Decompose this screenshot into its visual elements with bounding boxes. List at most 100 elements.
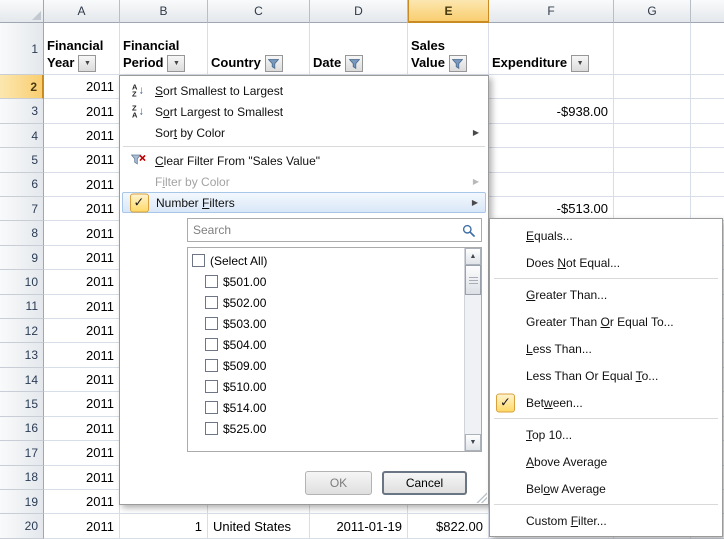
submenu-item-greater-than[interactable]: Greater Than... xyxy=(492,281,720,308)
row-header-10[interactable]: 10 xyxy=(0,270,44,294)
filter-value-509-00[interactable]: $509.00 xyxy=(188,355,464,376)
menu-item-sort-largest-to-smallest[interactable]: ZA↓Sort Largest to Smallest xyxy=(122,101,486,122)
cell-A3[interactable]: 2011 xyxy=(44,99,120,123)
submenu-item-less-than[interactable]: Less Than... xyxy=(492,335,720,362)
submenu-item-greater-than-or-equal-to[interactable]: Greater Than Or Equal To... xyxy=(492,308,720,335)
row-header-8[interactable]: 8 xyxy=(0,221,44,245)
cell-A16[interactable]: 2011 xyxy=(44,417,120,441)
cell-G4[interactable] xyxy=(614,124,691,148)
cell-G6[interactable] xyxy=(614,173,691,197)
cell-A11[interactable]: 2011 xyxy=(44,295,120,319)
submenu-item-below-average[interactable]: Below Average xyxy=(492,475,720,502)
menu-item-filter-by-color[interactable]: Filter by Color▶ xyxy=(122,171,486,192)
cell-E20[interactable]: $822.00 xyxy=(408,514,489,538)
cell-F4[interactable] xyxy=(489,124,614,148)
filter-value-503-00[interactable]: $503.00 xyxy=(188,313,464,334)
row-header-2[interactable]: 2 xyxy=(0,75,44,99)
cell-D20[interactable]: 2011-01-19 xyxy=(310,514,408,538)
cell-A10[interactable]: 2011 xyxy=(44,270,120,294)
cell-F3[interactable]: -$938.00 xyxy=(489,99,614,123)
filter-button-E[interactable] xyxy=(449,55,467,72)
row-header-13[interactable]: 13 xyxy=(0,343,44,367)
checkbox[interactable] xyxy=(205,422,218,435)
cell-A20[interactable]: 2011 xyxy=(44,514,120,538)
checkbox[interactable] xyxy=(205,317,218,330)
submenu-item-between[interactable]: ✓Between... xyxy=(492,389,720,416)
header-cell-E[interactable]: SalesValue xyxy=(408,23,489,75)
cell-A7[interactable]: 2011 xyxy=(44,197,120,221)
cell-A4[interactable]: 2011 xyxy=(44,124,120,148)
filter-value-504-00[interactable]: $504.00 xyxy=(188,334,464,355)
cell-A14[interactable]: 2011 xyxy=(44,368,120,392)
row-header-16[interactable]: 16 xyxy=(0,417,44,441)
row-header-7[interactable]: 7 xyxy=(0,197,44,221)
checkbox[interactable] xyxy=(192,254,205,267)
row-header-15[interactable]: 15 xyxy=(0,392,44,416)
cell-A19[interactable]: 2011 xyxy=(44,490,120,514)
checkbox[interactable] xyxy=(205,296,218,309)
checkbox[interactable] xyxy=(205,338,218,351)
cell-A8[interactable]: 2011 xyxy=(44,221,120,245)
resize-grip[interactable] xyxy=(475,491,487,503)
row-header-20[interactable]: 20 xyxy=(0,514,44,538)
scrollbar-up-icon[interactable]: ▲ xyxy=(465,248,481,265)
cell-A5[interactable]: 2011 xyxy=(44,148,120,172)
cell-C20[interactable]: United States xyxy=(208,514,310,538)
column-header-A[interactable]: A xyxy=(44,0,120,23)
cell-G3[interactable] xyxy=(614,99,691,123)
search-input[interactable] xyxy=(188,223,455,237)
filter-value-select-all[interactable]: (Select All) xyxy=(188,250,464,271)
cell-F5[interactable] xyxy=(489,148,614,172)
checkbox[interactable] xyxy=(205,275,218,288)
filter-button-D[interactable] xyxy=(345,55,363,72)
row-header-11[interactable]: 11 xyxy=(0,295,44,319)
column-header-B[interactable]: B xyxy=(120,0,208,23)
row-header-18[interactable]: 18 xyxy=(0,466,44,490)
column-header-E[interactable]: E xyxy=(408,0,489,23)
filter-button-F[interactable]: ▼ xyxy=(571,55,589,72)
column-header-D[interactable]: D xyxy=(310,0,408,23)
header-cell-D[interactable]: Date xyxy=(310,23,408,75)
row-header-5[interactable]: 5 xyxy=(0,148,44,172)
filter-button-B[interactable]: ▼ xyxy=(167,55,185,72)
cell-A15[interactable]: 2011 xyxy=(44,392,120,416)
row-header-12[interactable]: 12 xyxy=(0,319,44,343)
row-header-9[interactable]: 9 xyxy=(0,246,44,270)
filter-value-514-00[interactable]: $514.00 xyxy=(188,397,464,418)
cell-A2[interactable]: 2011 xyxy=(44,75,120,99)
column-header-C[interactable]: C xyxy=(208,0,310,23)
submenu-item-custom-filter[interactable]: Custom Filter... xyxy=(492,507,720,534)
header-cell-C[interactable]: Country xyxy=(208,23,310,75)
checkbox[interactable] xyxy=(205,359,218,372)
row-header-14[interactable]: 14 xyxy=(0,368,44,392)
filter-value-525-00[interactable]: $525.00 xyxy=(188,418,464,439)
cell-A9[interactable]: 2011 xyxy=(44,246,120,270)
cell-A18[interactable]: 2011 xyxy=(44,466,120,490)
cell-B20[interactable]: 1 xyxy=(120,514,208,538)
row-header-4[interactable]: 4 xyxy=(0,124,44,148)
scrollbar-down-icon[interactable]: ▼ xyxy=(465,434,481,451)
menu-item-sort-by-color[interactable]: Sort by Color▶ xyxy=(122,122,486,143)
submenu-item-less-than-or-equal-to[interactable]: Less Than Or Equal To... xyxy=(492,362,720,389)
menu-item-sort-smallest-to-largest[interactable]: AZ↓Sort Smallest to Largest xyxy=(122,80,486,101)
row-header-17[interactable]: 17 xyxy=(0,441,44,465)
header-cell-F[interactable]: Expenditure▼ xyxy=(489,23,614,75)
scrollbar-thumb[interactable] xyxy=(465,265,481,295)
cell-A6[interactable]: 2011 xyxy=(44,173,120,197)
row-header-3[interactable]: 3 xyxy=(0,99,44,123)
ok-button[interactable]: OK xyxy=(305,471,372,495)
column-header-F[interactable]: F xyxy=(489,0,614,23)
checkbox[interactable] xyxy=(205,380,218,393)
cell-A12[interactable]: 2011 xyxy=(44,319,120,343)
filter-button-A[interactable]: ▼ xyxy=(78,55,96,72)
select-all-corner[interactable] xyxy=(0,0,44,23)
header-cell-A[interactable]: FinancialYear▼ xyxy=(44,23,120,75)
row-header-1[interactable]: 1 xyxy=(0,23,44,75)
submenu-item-equals[interactable]: Equals... xyxy=(492,222,720,249)
row-header-6[interactable]: 6 xyxy=(0,173,44,197)
menu-item-number-filters[interactable]: ✓Number Filters▶ xyxy=(122,192,486,213)
cancel-button[interactable]: Cancel xyxy=(382,471,467,495)
cell-G5[interactable] xyxy=(614,148,691,172)
filter-value-501-00[interactable]: $501.00 xyxy=(188,271,464,292)
menu-item-clear-filter-from-sales-value[interactable]: Clear Filter From "Sales Value" xyxy=(122,150,486,171)
